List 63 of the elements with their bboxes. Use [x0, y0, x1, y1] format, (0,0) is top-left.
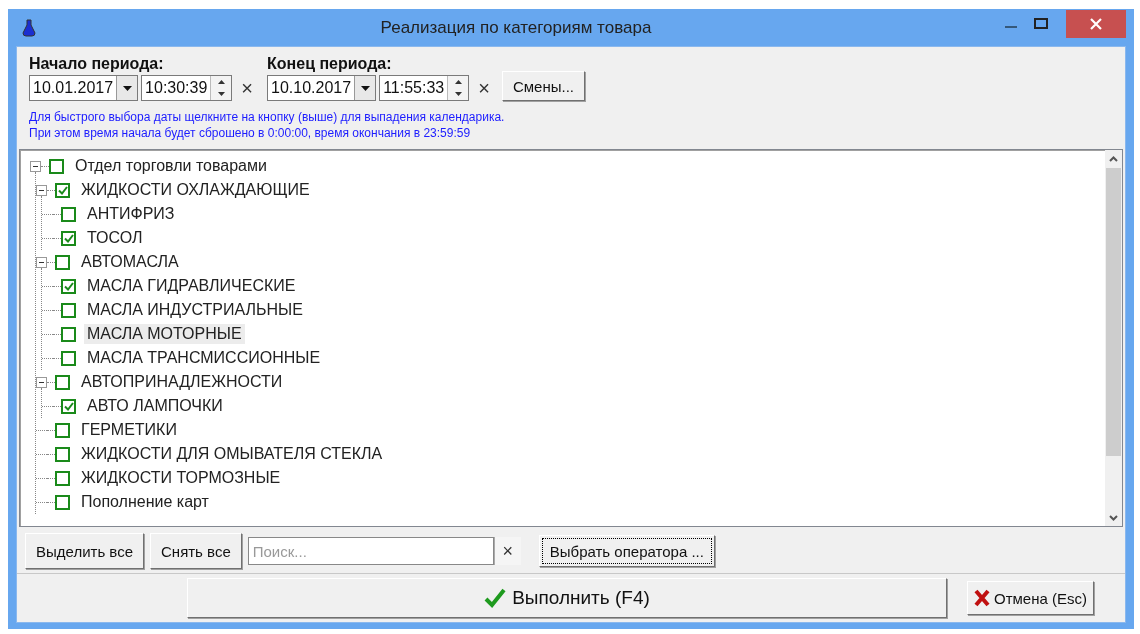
- checkbox[interactable]: [61, 230, 76, 246]
- execute-button[interactable]: Выполнить (F4): [187, 578, 947, 618]
- dropdown-icon[interactable]: [116, 76, 138, 100]
- hint-text: Для быстрого выбора даты щелкните на кнопку (выше) для выпадения календарика.: [29, 109, 506, 125]
- time-field[interactable]: 11:55:33: [379, 75, 470, 101]
- scrollbar[interactable]: [1105, 150, 1122, 526]
- date-field[interactable]: 10.10.2017: [267, 75, 377, 101]
- date-field[interactable]: 10.01.2017: [29, 75, 139, 101]
- checkbox[interactable]: [55, 182, 70, 198]
- shifts-button[interactable]: Смены...: [501, 71, 585, 101]
- clear-button[interactable]: ×: [235, 78, 260, 98]
- tree-item-label[interactable]: ЖИДКОСТИ ОХЛАЖДАЮЩИЕ: [78, 180, 313, 200]
- tree-item-label[interactable]: МАСЛА ИНДУСТРИАЛЬНЫЕ: [84, 300, 306, 320]
- checkbox[interactable]: [55, 446, 70, 462]
- cross-icon: [974, 589, 990, 607]
- select-operator-button[interactable]: Выбрать оператора ...: [538, 535, 715, 567]
- tree-item-label[interactable]: ГЕРМЕТИКИ: [78, 420, 180, 440]
- clear-button[interactable]: ×: [472, 78, 496, 98]
- cancel-button[interactable]: Отмена (Esc): [967, 581, 1094, 615]
- checkbox[interactable]: [55, 254, 70, 270]
- search-field[interactable]: Поиск...: [247, 537, 494, 565]
- tree-item-label[interactable]: АВТОПРИНАДЛЕЖНОСТИ: [78, 372, 286, 392]
- close-icon: [1090, 17, 1102, 30]
- checkbox[interactable]: [61, 206, 76, 222]
- flask-icon: [22, 18, 36, 37]
- tree-item-label[interactable]: АВТО ЛАМПОЧКИ: [84, 396, 226, 416]
- spinner-icon[interactable]: [210, 76, 232, 100]
- spinner-icon[interactable]: [447, 76, 469, 100]
- search-clear-button[interactable]: ×: [493, 537, 521, 565]
- tree-item-label[interactable]: МАСЛА МОТОРНЫЕ: [84, 324, 245, 344]
- period-label: Начало периода:: [29, 55, 165, 73]
- tree-item-label[interactable]: МАСЛА ТРАНСМИССИОННЫЕ: [84, 348, 324, 368]
- tree-item-label[interactable]: ЖИДКОСТИ ТОРМОЗНЫЕ: [78, 468, 284, 488]
- checkbox[interactable]: [55, 422, 70, 438]
- tree-item-label[interactable]: АВТОМАСЛА: [78, 252, 182, 272]
- tree-item-label[interactable]: Пополнение карт: [78, 492, 212, 512]
- tree-item-label[interactable]: АНТИФРИЗ: [84, 204, 178, 224]
- expander-icon[interactable]: [36, 256, 47, 268]
- tree-item-label[interactable]: МАСЛА ГИДРАВЛИЧЕСКИЕ: [84, 276, 299, 296]
- checkbox[interactable]: [61, 326, 76, 342]
- expander-icon[interactable]: [30, 160, 41, 172]
- expander-icon[interactable]: [36, 376, 47, 388]
- checkbox[interactable]: [61, 278, 76, 294]
- window-title: Реализация по категориям товара: [379, 17, 653, 38]
- checkbox[interactable]: [55, 494, 70, 510]
- checkbox[interactable]: [49, 158, 64, 174]
- checkbox[interactable]: [61, 398, 76, 414]
- dropdown-icon[interactable]: [354, 76, 376, 100]
- clear-all-button[interactable]: Снять все: [150, 533, 242, 569]
- time-field[interactable]: 10:30:39: [141, 75, 233, 101]
- tree-item-label[interactable]: ТОСОЛ: [84, 228, 146, 248]
- checkbox[interactable]: [55, 374, 70, 390]
- close-button[interactable]: [1066, 9, 1126, 38]
- period-label: Конец периода:: [267, 55, 393, 73]
- hint-text: При этом время начала будет сброшено в 0:00:00, время окончания в 23:59:59: [29, 125, 472, 141]
- checkbox[interactable]: [55, 470, 70, 486]
- expander-icon[interactable]: [36, 184, 47, 196]
- tree-item-label[interactable]: Отдел торговли товарами: [72, 156, 270, 176]
- checkbox[interactable]: [61, 350, 76, 366]
- checkbox[interactable]: [61, 302, 76, 318]
- select-all-button[interactable]: Выделить все: [25, 533, 144, 569]
- tree-item-label[interactable]: ЖИДКОСТИ ДЛЯ ОМЫВАТЕЛЯ СТЕКЛА: [78, 444, 386, 464]
- checkmark-icon: [484, 588, 507, 608]
